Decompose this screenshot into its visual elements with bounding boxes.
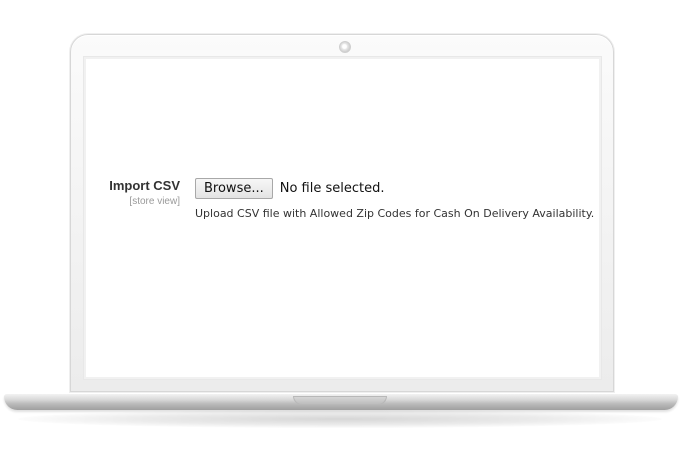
laptop-screenshot: Import CSV [store view] Browse... No fil… — [0, 0, 680, 450]
csv-file-input[interactable]: Browse... No file selected. — [195, 177, 384, 199]
laptop-shadow — [18, 410, 662, 428]
csv-upload-help-text: Upload CSV file with Allowed Zip Codes f… — [195, 207, 595, 220]
import-csv-field-label: Import CSV [store view] — [104, 178, 180, 209]
store-view-scope: [store view] — [129, 196, 180, 207]
browse-button[interactable]: Browse... — [195, 177, 273, 199]
camera-icon — [339, 41, 351, 53]
file-status-text: No file selected. — [279, 180, 385, 196]
laptop-hinge-notch — [293, 396, 387, 405]
import-csv-label: Import CSV — [109, 178, 180, 193]
